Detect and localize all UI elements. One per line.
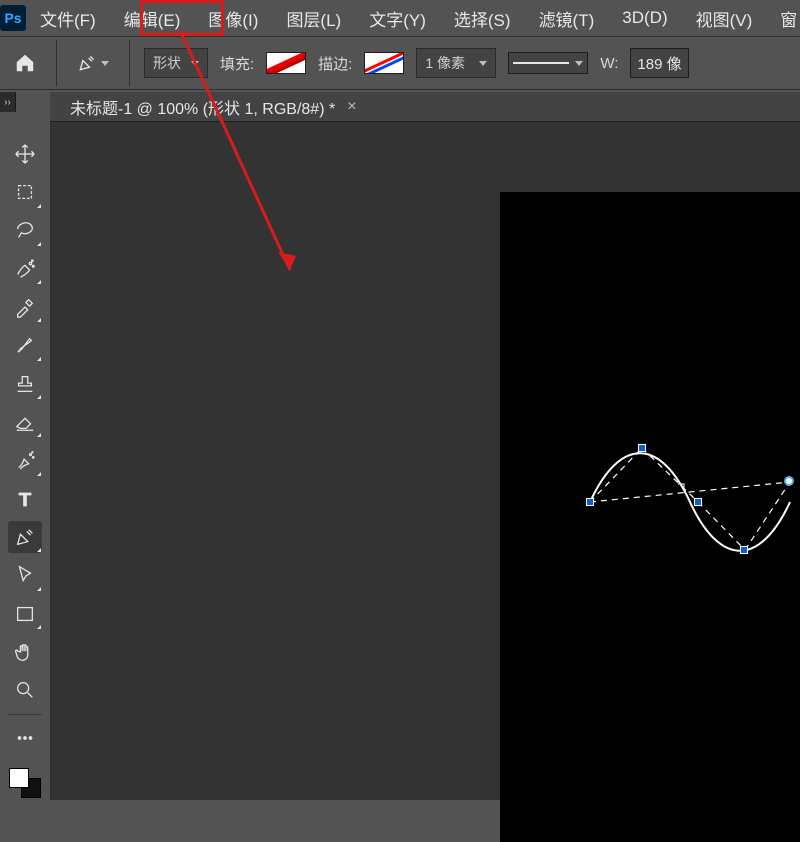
artboard-tool[interactable]	[8, 176, 42, 208]
type-tool[interactable]	[8, 483, 42, 515]
ps-logo-chip: Ps	[0, 5, 26, 31]
foreground-background-colors[interactable]	[7, 766, 43, 800]
arrow-cursor-icon	[14, 564, 36, 586]
chevron-down-icon	[191, 61, 199, 66]
artboard-icon	[14, 181, 36, 203]
stroke-style-preview	[513, 62, 569, 64]
width-input[interactable]: 189 像	[630, 48, 688, 78]
width-label: W:	[600, 55, 618, 72]
chevron-down-icon	[479, 61, 487, 66]
app-logo: Ps	[0, 0, 26, 36]
fill-label: 填充:	[220, 53, 254, 74]
zoom-tool[interactable]	[8, 674, 42, 706]
gradient-tool[interactable]	[8, 444, 42, 476]
menu-layer[interactable]: 图层(L)	[272, 0, 355, 36]
stroke-width-value: 1 像素	[425, 53, 465, 73]
stroke-label: 描边:	[318, 53, 352, 74]
edit-toolbar-button[interactable]	[8, 721, 42, 753]
chevron-down-icon	[575, 61, 583, 66]
lasso-tool[interactable]	[8, 215, 42, 247]
anchor-point[interactable]	[740, 546, 748, 554]
rectangle-icon	[14, 603, 36, 625]
menu-type[interactable]: 文字(Y)	[355, 0, 440, 36]
clone-stamp-tool[interactable]	[8, 368, 42, 400]
gradient-icon	[14, 450, 36, 472]
anchor-point[interactable]	[638, 444, 646, 452]
eraser-icon	[14, 411, 36, 433]
move-tool[interactable]	[8, 138, 42, 170]
pen-tool[interactable]	[8, 521, 42, 553]
eraser-tool[interactable]	[8, 406, 42, 438]
more-icon	[14, 727, 36, 749]
menu-image[interactable]: 图像(I)	[194, 0, 272, 36]
stroke-swatch[interactable]	[364, 52, 404, 74]
path-curve	[580, 442, 800, 562]
lasso-icon	[14, 220, 36, 242]
menu-window[interactable]: 窗	[766, 0, 800, 36]
pen-mode-label: 形状	[153, 53, 181, 73]
toolbar-separator	[8, 714, 42, 715]
chevron-down-icon	[101, 61, 109, 66]
canvas[interactable]	[500, 192, 800, 842]
home-button[interactable]	[8, 46, 42, 80]
menu-view[interactable]: 视图(V)	[682, 0, 767, 36]
menu-items: 文件(F) 编辑(E) 图像(I) 图层(L) 文字(Y) 选择(S) 滤镜(T…	[26, 0, 800, 36]
eyedropper-icon	[14, 296, 36, 318]
zoom-icon	[14, 679, 36, 701]
stroke-width-dropdown[interactable]: 1 像素	[416, 48, 496, 78]
type-icon	[14, 488, 36, 510]
menu-edit[interactable]: 编辑(E)	[110, 0, 195, 36]
menu-select[interactable]: 选择(S)	[440, 0, 525, 36]
pen-icon	[14, 526, 36, 548]
document-tab-strip: 未标题-1 @ 100% (形状 1, RGB/8#) * ×	[50, 92, 800, 122]
menu-file[interactable]: 文件(F)	[26, 0, 110, 36]
hand-tool[interactable]	[8, 636, 42, 668]
hand-icon	[14, 641, 36, 663]
workspace	[0, 122, 800, 800]
brush-icon	[14, 335, 36, 357]
collapsed-panel-expander[interactable]: ››	[0, 92, 16, 112]
options-bar: 形状 填充: 描边: 1 像素 W: 189 像	[0, 36, 800, 90]
pen-icon	[77, 53, 97, 73]
stroke-style-dropdown[interactable]	[508, 52, 588, 74]
brush-tool[interactable]	[8, 329, 42, 361]
tool-preset-dropdown[interactable]	[71, 48, 115, 78]
foreground-color-swatch[interactable]	[9, 768, 29, 788]
close-tab-button[interactable]: ×	[347, 98, 356, 116]
options-divider	[129, 40, 130, 86]
move-icon	[14, 143, 36, 165]
eyedropper-tool[interactable]	[8, 291, 42, 323]
quick-selection-tool[interactable]	[8, 253, 42, 285]
menu-filter[interactable]: 滤镜(T)	[525, 0, 609, 36]
document-area[interactable]	[50, 122, 800, 800]
shape-path[interactable]	[580, 442, 800, 562]
fill-swatch[interactable]	[266, 52, 306, 74]
document-tab[interactable]: 未标题-1 @ 100% (形状 1, RGB/8#) *	[70, 95, 335, 119]
stamp-icon	[14, 373, 36, 395]
menu-bar: Ps 文件(F) 编辑(E) 图像(I) 图层(L) 文字(Y) 选择(S) 滤…	[0, 0, 800, 36]
pen-mode-dropdown[interactable]: 形状	[144, 48, 208, 78]
path-selection-tool[interactable]	[8, 559, 42, 591]
anchor-point[interactable]	[694, 498, 702, 506]
quick-selection-icon	[14, 258, 36, 280]
anchor-point[interactable]	[586, 498, 594, 506]
menu-3d[interactable]: 3D(D)	[608, 0, 681, 36]
path-endpoint[interactable]	[784, 476, 794, 486]
width-value: 189 像	[637, 53, 681, 74]
rectangle-tool[interactable]	[8, 598, 42, 630]
options-divider	[56, 40, 57, 86]
home-icon	[14, 52, 36, 74]
tool-bar	[0, 122, 50, 800]
